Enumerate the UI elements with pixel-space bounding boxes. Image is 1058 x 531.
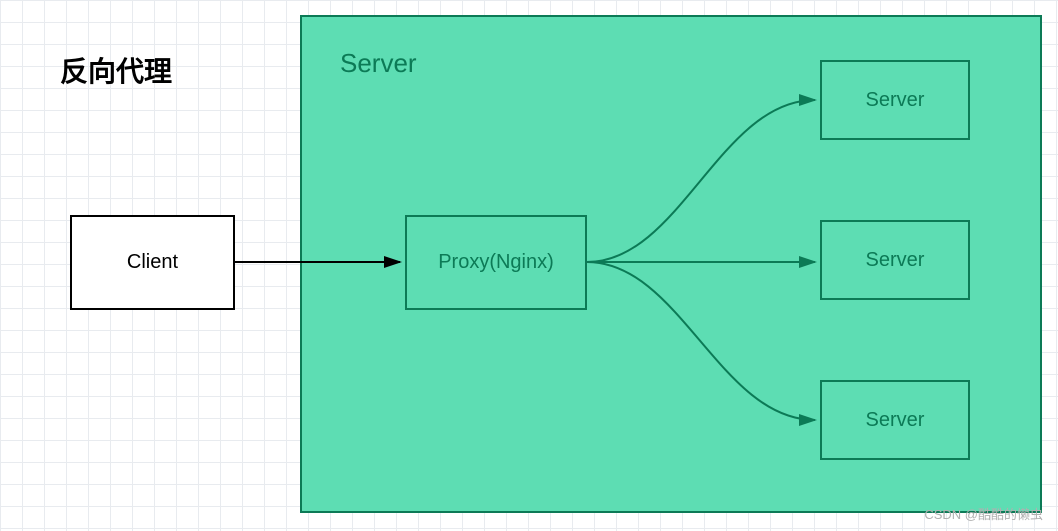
server-container-label: Server: [340, 48, 417, 79]
proxy-node: Proxy(Nginx): [405, 215, 587, 310]
server-node-3: Server: [820, 380, 970, 460]
server1-label: Server: [866, 89, 925, 112]
server2-label: Server: [866, 249, 925, 272]
client-node: Client: [70, 215, 235, 310]
server3-label: Server: [866, 409, 925, 432]
server-node-2: Server: [820, 220, 970, 300]
proxy-label: Proxy(Nginx): [438, 251, 554, 274]
watermark-text: CSDN @酷酷的懒虫: [924, 504, 1043, 523]
diagram-title: 反向代理: [60, 50, 172, 90]
client-label: Client: [127, 251, 178, 274]
server-node-1: Server: [820, 60, 970, 140]
